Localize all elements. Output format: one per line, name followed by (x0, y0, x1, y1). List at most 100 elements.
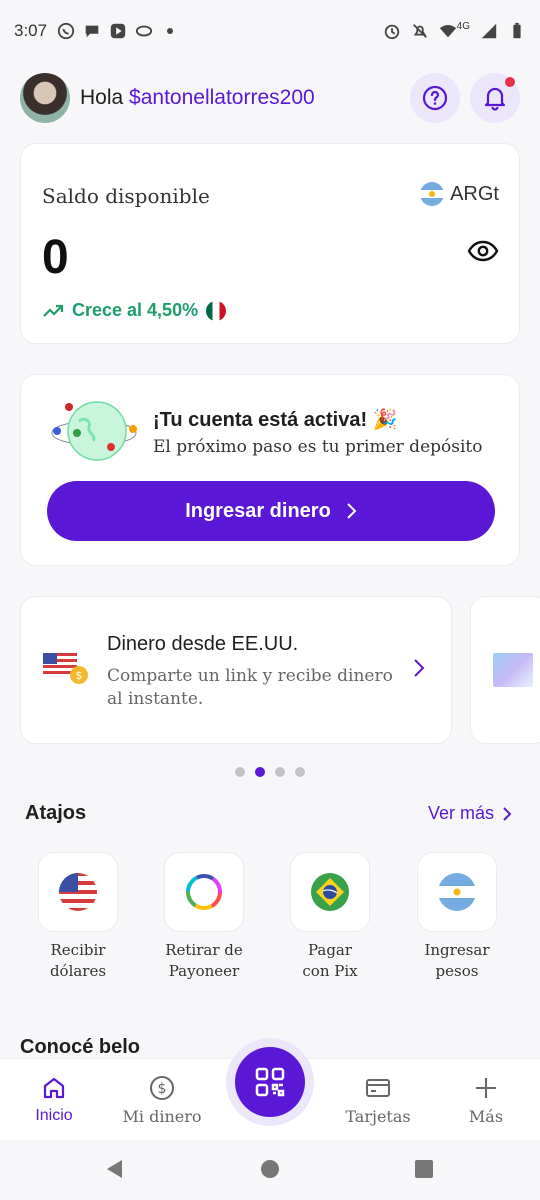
shortcut-label: Ingresar pesos (417, 940, 497, 982)
shortcut-label-line2: dólares (49, 962, 107, 980)
us-flag-dollar-icon: $ (43, 653, 88, 684)
battery-icon (513, 22, 521, 39)
payoneer-icon (186, 874, 222, 910)
more-notifications-dot-icon (167, 28, 174, 34)
mute-icon (412, 24, 427, 38)
currency-code: ARGt (450, 182, 499, 205)
currency-selector[interactable]: ARGt (420, 182, 499, 206)
signal-icon (481, 23, 497, 39)
network-type: 4G (456, 20, 470, 32)
carousel-dot[interactable] (235, 767, 245, 777)
qr-code-icon (255, 1067, 285, 1097)
shortcut-withdraw-payoneer[interactable]: Retirar de Payoneer (164, 852, 244, 982)
shortcut-label: Retirar de Payoneer (164, 940, 244, 982)
card-icon (366, 1079, 390, 1097)
nav-more-label: Más (468, 1107, 504, 1126)
account-active-title: ¡Tu cuenta está activa! 🎉 (153, 409, 398, 431)
argentina-flag-icon (438, 873, 476, 911)
shortcuts-title: Atajos (25, 802, 87, 824)
whatsapp-icon (57, 22, 75, 40)
trending-up-icon (43, 304, 64, 317)
shortcut-label-line1: Recibir (50, 941, 106, 959)
home-circle-icon[interactable] (261, 1160, 279, 1178)
carousel-dot-active[interactable] (255, 767, 265, 777)
nav-cards[interactable]: Tarjetas (328, 1075, 428, 1126)
shortcut-icon-box (38, 852, 118, 932)
deposit-money-button[interactable]: Ingresar dinero (47, 481, 495, 541)
mexico-flag-icon (206, 300, 227, 321)
dollar-circle-icon: $ (150, 1076, 174, 1100)
qr-button-inner (235, 1047, 305, 1117)
notification-badge (505, 77, 515, 87)
greeting: Hola $antonellatorres200 (80, 86, 315, 110)
notifications-button[interactable] (470, 73, 520, 123)
balance-label: Saldo disponible (42, 184, 210, 208)
status-system-icons: 4G (383, 20, 526, 40)
promo-card-next[interactable] (470, 596, 540, 744)
shortcut-deposit-pesos[interactable]: Ingresar pesos (417, 852, 497, 982)
carousel-indicator (0, 767, 540, 777)
nav-more[interactable]: Más (436, 1075, 536, 1126)
nav-home-label: Inicio (35, 1107, 73, 1124)
username: $antonellatorres200 (129, 86, 315, 109)
shortcut-receive-dollars[interactable]: Recibir dólares (38, 852, 118, 982)
chevron-right-icon (414, 659, 425, 677)
alarm-icon (384, 24, 399, 40)
shortcut-label-line1: Retirar de (165, 941, 243, 959)
shortcut-label: Recibir dólares (38, 940, 118, 982)
chevron-right-icon (347, 503, 357, 519)
help-button[interactable] (410, 73, 460, 123)
promo-image-icon (493, 653, 533, 687)
nav-my-money-label: Mi dinero (122, 1107, 202, 1126)
recent-apps-icon[interactable] (415, 1160, 433, 1178)
growth-text: Crece al 4,50% (72, 300, 199, 320)
status-bar: 3:07 4G (0, 0, 540, 62)
us-flag-icon (59, 873, 97, 911)
nav-cards-label: Tarjetas (345, 1107, 411, 1126)
shortcut-pay-pix[interactable]: Pagar con Pix (290, 852, 370, 982)
svg-text:$: $ (158, 1081, 167, 1097)
home-icon (43, 1077, 65, 1099)
qr-scan-button[interactable] (226, 1038, 314, 1126)
promo-title: Dinero desde EE.UU. (107, 633, 299, 655)
globe-icon (51, 401, 137, 461)
shortcut-label-line1: Pagar (307, 941, 353, 959)
bell-icon (484, 87, 506, 111)
nav-home[interactable]: Inicio (4, 1075, 104, 1125)
growth-rate[interactable]: Crece al 4,50% (42, 300, 227, 321)
deposit-money-label: Ingresar dinero (185, 499, 331, 522)
shortcut-icon-box (290, 852, 370, 932)
chevron-right-icon (503, 806, 512, 821)
brazil-flag-icon (311, 873, 349, 911)
status-time: 3:07 (14, 21, 48, 40)
app-icon (135, 25, 153, 37)
shortcut-label-line2: pesos (435, 962, 479, 980)
shortcut-label: Pagar con Pix (290, 940, 370, 982)
wifi-icon (439, 25, 456, 38)
account-active-card: ¡Tu cuenta está activa! 🎉 El próximo pas… (20, 374, 520, 566)
nav-my-money[interactable]: $ Mi dinero (112, 1075, 212, 1126)
back-icon[interactable] (104, 1158, 124, 1180)
shortcut-label-line2: Payoneer (168, 962, 240, 980)
avatar[interactable] (20, 73, 70, 123)
shortcut-label-line2: con Pix (302, 962, 358, 980)
status-notifications (57, 22, 174, 40)
promo-subtitle: Comparte un link y recibe dinero al inst… (107, 666, 393, 709)
carousel-dot[interactable] (295, 767, 305, 777)
promo-card-usa[interactable]: $ Dinero desde EE.UU. Comparte un link y… (20, 596, 452, 744)
see-more-link[interactable]: Ver más (428, 803, 512, 824)
chat-icon (85, 25, 99, 38)
shortcut-icon-box (417, 852, 497, 932)
plus-icon (476, 1078, 496, 1098)
see-more-label: Ver más (427, 803, 494, 823)
greeting-text: Hola (80, 86, 124, 109)
eye-icon[interactable] (467, 240, 499, 262)
know-section-title: Conocé belo (20, 1036, 141, 1058)
shortcut-label-line1: Ingresar (424, 941, 490, 959)
shortcut-icon-box (164, 852, 244, 932)
svg-text:$: $ (76, 669, 83, 682)
app-header: Hola $antonellatorres200 (20, 72, 520, 124)
carousel-dot[interactable] (275, 767, 285, 777)
help-icon (422, 85, 448, 111)
play-icon (110, 23, 126, 39)
